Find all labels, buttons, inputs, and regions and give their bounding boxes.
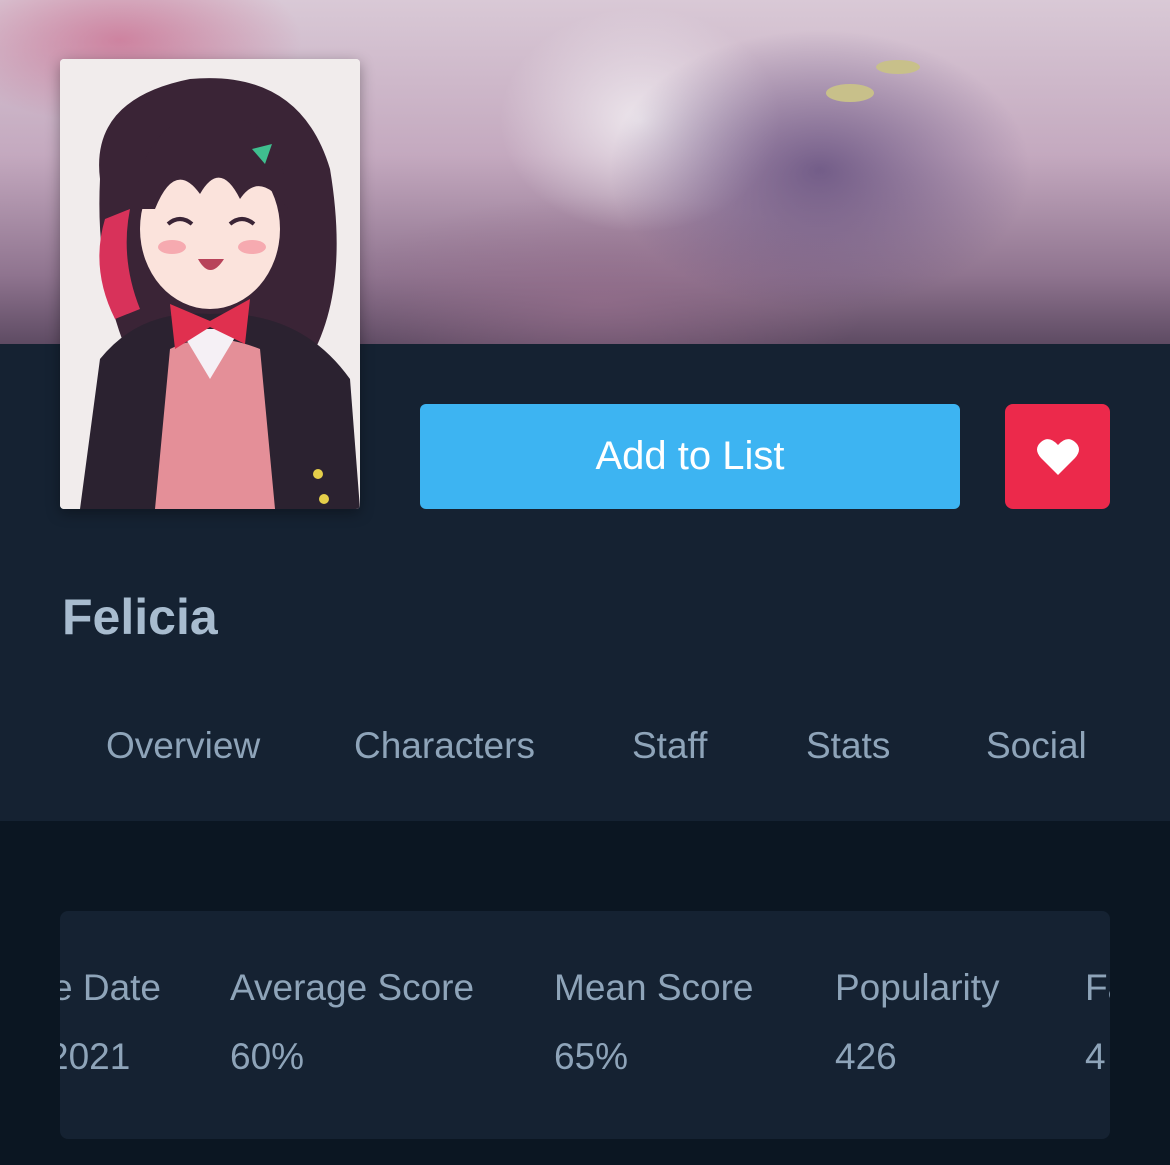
banner-detail <box>876 60 920 74</box>
cover-illustration <box>60 59 360 509</box>
tab-overview[interactable]: Overview <box>106 725 260 767</box>
banner-detail <box>826 84 874 102</box>
stat-value: 65% <box>554 1036 629 1077</box>
tab-social[interactable]: Social <box>986 725 1087 767</box>
stat-value: 60% <box>230 1036 305 1077</box>
stat-value: 2021 <box>60 1036 131 1077</box>
stats-scroller[interactable]: e Date 2021 Average Score 60% Mean Score… <box>60 911 1110 1139</box>
stat-label: Fa <box>1085 967 1110 1008</box>
cover-image[interactable] <box>60 59 360 509</box>
stat-label: Mean Score <box>554 967 754 1008</box>
add-to-list-button[interactable]: Add to List <box>420 404 960 509</box>
media-page: Add to List Felicia Overview Characters … <box>0 0 1170 1165</box>
stat-value: 426 <box>835 1036 897 1077</box>
media-title: Felicia <box>62 589 218 645</box>
stat-value: 4 <box>1085 1036 1106 1077</box>
favourite-button[interactable] <box>1005 404 1110 509</box>
tab-staff[interactable]: Staff <box>632 725 707 767</box>
stat-label: Average Score <box>230 967 475 1008</box>
tab-bar: Overview Characters Staff Stats Social <box>0 725 1170 777</box>
stat-label: e Date <box>60 967 162 1008</box>
heart-icon <box>1036 438 1079 475</box>
tab-stats[interactable]: Stats <box>806 725 890 767</box>
stat-label: Popularity <box>835 967 1000 1008</box>
tab-characters[interactable]: Characters <box>354 725 535 767</box>
